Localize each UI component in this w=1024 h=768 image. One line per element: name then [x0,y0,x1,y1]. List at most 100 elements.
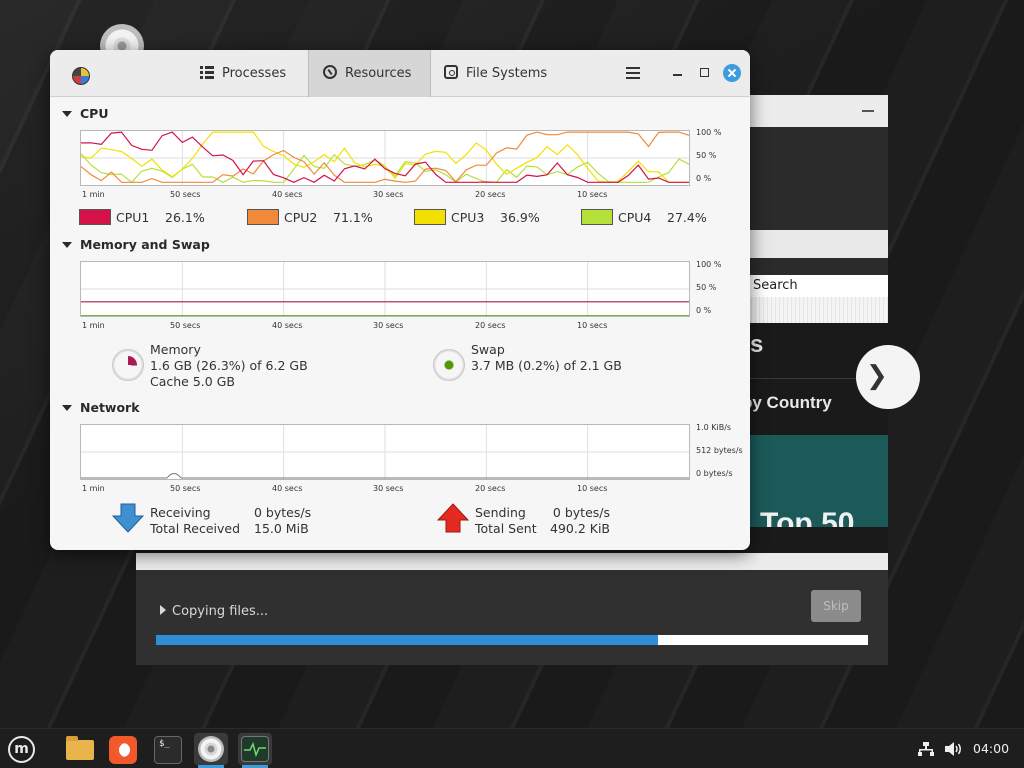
disk-icon [444,65,458,79]
total-received: 15.0 MiB [254,521,309,536]
network-graph [80,424,690,480]
x-tick: 20 secs [475,321,506,330]
x-tick: 10 secs [577,321,608,330]
cpu-usage: 27.4% [667,210,707,225]
skip-button[interactable]: Skip [811,590,861,622]
tab-processes[interactable]: Processes [190,50,308,97]
cpu3-color-swatch[interactable] [414,209,446,225]
swap-pie-slice [440,356,458,374]
x-tick: 20 secs [475,190,506,199]
cpu-name: CPU1 [116,210,150,225]
total-received-label: Total Received [150,521,241,536]
swap-label: Swap [471,342,505,357]
x-tick: 10 secs [577,484,608,493]
x-tick: 40 secs [272,484,303,493]
expander-icon [62,111,72,117]
system-monitor-window: Processes Resources File Systems CPU 100… [50,50,750,550]
system-monitor-task[interactable] [238,733,272,768]
installer-task[interactable] [194,733,228,768]
section-network[interactable]: Network [62,400,140,415]
sending-label: Sending [475,505,526,520]
close-icon[interactable] [723,64,741,82]
section-cpu[interactable]: CPU [62,106,109,121]
sending-arrow-icon[interactable] [437,503,469,533]
memory-graph [80,261,690,317]
tab-label: Processes [222,66,287,81]
cpu-name: CPU3 [451,210,485,225]
clock[interactable]: 04:00 [973,729,1009,768]
receiving-label: Receiving [150,505,211,520]
chevron-right-icon: ❯ [866,361,888,391]
tab-file-systems[interactable]: File Systems [432,50,572,97]
search-input[interactable]: Search [730,275,888,297]
memory-history-svg [81,262,689,316]
cpu-x-axis: 1 min 50 secs 40 secs 30 secs 20 secs 10… [80,190,690,200]
network-x-axis: 1 min 50 secs 40 secs 30 secs 20 secs 10… [80,484,690,494]
terminal-icon: $_ [154,736,182,764]
list-icon [200,65,214,79]
swap-pie-icon[interactable] [433,349,465,381]
pulse-icon [244,741,266,758]
gauge-icon [323,65,337,79]
receiving-arrow-icon[interactable] [112,503,144,533]
install-status[interactable]: Copying files... [160,604,268,619]
firefox-icon [109,736,137,764]
expander-icon [62,242,72,248]
cpu4-color-swatch[interactable] [581,209,613,225]
minimize-icon[interactable] [673,74,682,76]
x-tick: 1 min [82,190,105,199]
terminal-launcher[interactable]: $_ [151,733,185,765]
firefox-launcher[interactable] [106,733,140,765]
total-sent-label: Total Sent [475,521,537,536]
y-tick: 100 % [696,128,722,137]
volume-icon[interactable] [945,742,963,756]
receiving-info: Receiving Total Received [150,505,240,537]
expander-icon [160,605,166,615]
memory-pie-icon[interactable] [112,349,144,381]
y-tick: 0 bytes/s [696,469,733,478]
cpu-usage: 71.1% [333,210,373,225]
memory-info: Memory 1.6 GB (26.3%) of 6.2 GB Cache 5.… [150,342,308,390]
memory-usage: 1.6 GB (26.3%) of 6.2 GB [150,358,308,373]
cpu2-color-swatch[interactable] [247,209,279,225]
window-header: Processes Resources File Systems [50,50,750,97]
cpu-usage: 26.1% [165,210,205,225]
install-status-label: Copying files... [172,604,269,619]
system-monitor-icon [241,736,269,762]
installer-progress-area: Copying files... Skip [136,570,888,665]
section-title: CPU [80,106,109,121]
memory-label: Memory [150,342,201,357]
y-tick: 0 % [696,174,712,183]
cpu-usage: 36.9% [500,210,540,225]
tab-label: Resources [345,66,412,81]
cpu-graph [80,130,690,186]
next-slide-button[interactable]: ❯ [856,345,920,409]
section-memory-swap[interactable]: Memory and Swap [62,237,210,252]
x-tick: 30 secs [373,484,404,493]
sending-rate: 0 bytes/s [552,505,610,520]
maximize-icon[interactable] [700,68,709,77]
disc-icon [198,736,224,762]
y-tick: 50 % [696,151,717,160]
receiving-rate: 0 bytes/s [254,505,312,520]
install-progress-bar [156,635,868,645]
tab-resources[interactable]: Resources [308,50,431,97]
y-tick: 0 % [696,306,712,315]
cpu-name: CPU4 [618,210,652,225]
memory-x-axis: 1 min 50 secs 40 secs 30 secs 20 secs 10… [80,321,690,331]
taskbar: m $_ 04:00 [0,728,1024,768]
x-tick: 30 secs [373,190,404,199]
cpu1-color-swatch[interactable] [79,209,111,225]
x-tick: 50 secs [170,484,201,493]
mint-menu-icon[interactable]: m [8,736,35,763]
menu-icon[interactable] [626,67,640,79]
y-tick: 1.0 KiB/s [696,423,732,432]
minimize-icon[interactable] [862,110,874,112]
network-icon[interactable] [918,742,934,756]
swap-info: Swap 3.7 MB (0.2%) of 2.1 GB [471,342,622,374]
x-tick: 40 secs [272,190,303,199]
x-tick: 30 secs [373,321,404,330]
x-tick: 40 secs [272,321,303,330]
files-launcher[interactable] [62,733,96,765]
y-tick: 100 % [696,260,722,269]
